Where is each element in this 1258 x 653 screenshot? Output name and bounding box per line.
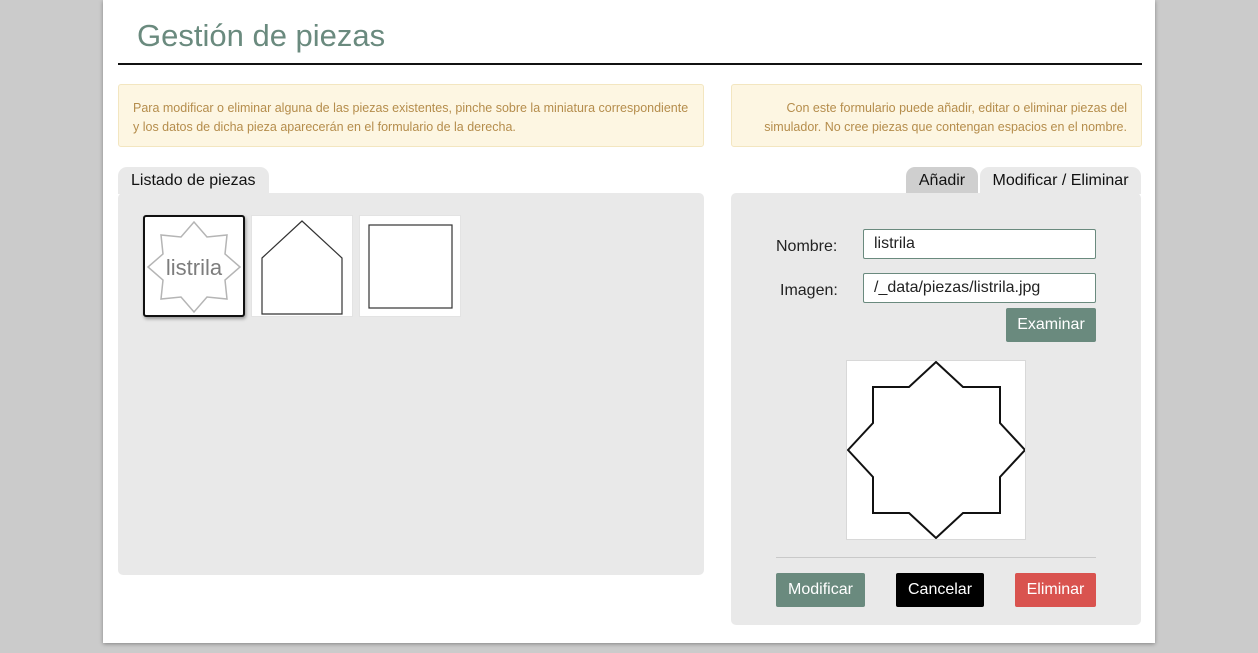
notice-list-help: Para modificar o eliminar alguna de las … (118, 84, 704, 147)
piece-thumbnail-square[interactable] (359, 215, 461, 317)
tab-piece-list[interactable]: Listado de piezas (118, 167, 269, 194)
piece-list-panel: listrila (118, 193, 704, 575)
piece-thumbnail-house[interactable] (251, 215, 353, 317)
piece-preview-image (846, 360, 1027, 540)
imagen-input[interactable] (863, 273, 1096, 303)
main-page: Gestión de piezas Para modificar o elimi… (103, 0, 1155, 643)
notice-form-help: Con este formulario puede añadir, editar… (731, 84, 1142, 147)
thumbnail-label: listrila (165, 255, 223, 280)
piece-thumbnail-listrila[interactable]: listrila (143, 215, 245, 317)
page-title: Gestión de piezas (137, 18, 386, 53)
square-shape-icon (368, 224, 453, 309)
browse-button[interactable]: Examinar (1006, 308, 1096, 342)
tab-modify-delete[interactable]: Modificar / Eliminar (980, 167, 1141, 194)
tab-add[interactable]: Añadir (906, 167, 978, 194)
nombre-input[interactable] (863, 229, 1096, 259)
nombre-label: Nombre: (776, 238, 838, 255)
cancel-button[interactable]: Cancelar (896, 573, 984, 607)
delete-button[interactable]: Eliminar (1015, 573, 1096, 607)
star-shape-icon (846, 360, 1027, 540)
house-shape-icon (261, 220, 343, 315)
modify-button[interactable]: Modificar (776, 573, 865, 607)
form-divider (776, 557, 1096, 558)
piece-form-panel: Nombre: Imagen: Examinar Modificar Cance… (731, 193, 1141, 625)
imagen-label: Imagen: (780, 282, 838, 299)
title-divider (118, 63, 1142, 65)
